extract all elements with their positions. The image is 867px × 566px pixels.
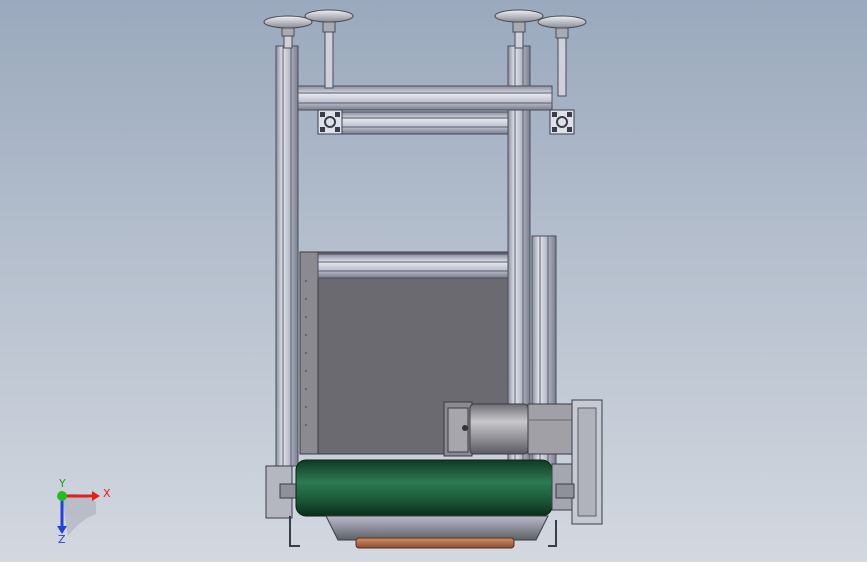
drive-motor[interactable]	[443, 401, 575, 457]
y-axis-dot	[57, 491, 67, 501]
left-upright-profile[interactable]	[275, 45, 299, 467]
right-corner-bracket	[549, 109, 575, 135]
cad-viewport[interactable]: X Y Z	[0, 0, 867, 562]
right-bottom-hook	[548, 520, 557, 547]
x-axis-label: X	[103, 487, 111, 500]
leveling-foot-4[interactable]	[537, 15, 587, 97]
leveling-foot-3[interactable]	[494, 9, 544, 49]
conveyor-assembly-model[interactable]	[0, 0, 867, 562]
upper-inner-crossbar[interactable]	[317, 111, 511, 135]
top-crossbar-profile[interactable]	[297, 85, 553, 111]
y-axis-label: Y	[59, 477, 66, 490]
panel-top-crossbar[interactable]	[317, 253, 511, 279]
leveling-foot-1[interactable]	[263, 15, 313, 49]
left-bottom-hook	[289, 516, 300, 547]
left-corner-bracket	[317, 109, 343, 135]
conveyor-belt-roller[interactable]	[265, 459, 575, 519]
z-axis-label: Z	[58, 533, 66, 546]
coordinate-triad: X Y Z	[40, 478, 130, 562]
bottom-tray[interactable]	[325, 515, 549, 549]
